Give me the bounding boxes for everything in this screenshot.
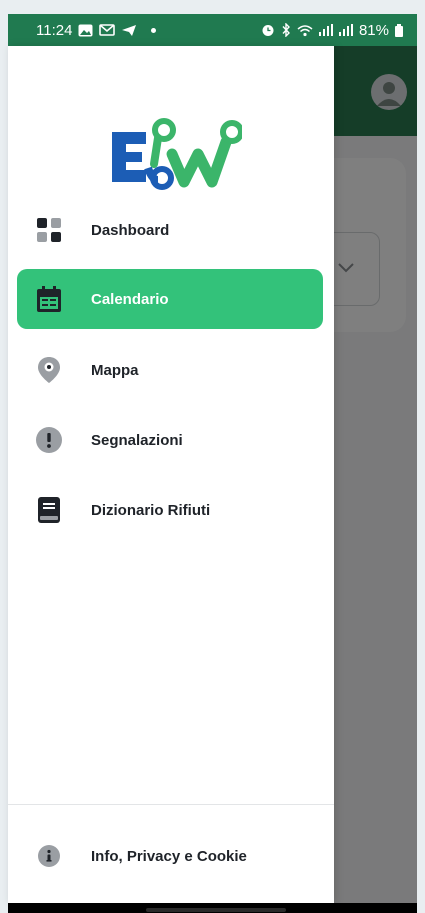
gallery-icon [78, 24, 93, 37]
wifi-icon [297, 24, 313, 37]
nav-item-mappa[interactable]: Mappa [17, 340, 323, 400]
mail-icon [99, 24, 116, 36]
nav-item-dizionario-rifiuti[interactable]: Dizionario Rifiuti [17, 480, 323, 540]
outer-margin-left [0, 0, 8, 913]
battery-icon [395, 23, 403, 37]
nav-item-segnalazioni[interactable]: Segnalazioni [17, 410, 323, 470]
nav-item-dashboard[interactable]: Dashboard [17, 200, 323, 260]
nav-label-mappa: Mappa [91, 361, 139, 379]
status-left: 11:24 [36, 21, 157, 39]
nav-label-segnalazioni: Segnalazioni [91, 431, 183, 449]
calendar-icon [35, 285, 63, 313]
alert-icon [35, 426, 63, 454]
drawer-divider [8, 804, 334, 805]
status-right: 81% [261, 22, 403, 39]
app-logo [108, 114, 244, 194]
map-pin-icon [35, 356, 63, 384]
book-icon [35, 496, 63, 524]
outer-margin-right [417, 0, 425, 913]
home-indicator[interactable] [146, 908, 286, 912]
battery-percent: 81% [358, 21, 389, 39]
nav-label-dizionario-rifiuti: Dizionario Rifiuti [91, 501, 211, 519]
nav-label-dashboard: Dashboard [91, 221, 170, 239]
signal-icon [318, 24, 333, 36]
alarm-icon [261, 23, 275, 37]
bluetooth-icon [281, 23, 291, 37]
info-icon [35, 842, 63, 870]
nav-item-calendario[interactable]: Calendario [17, 269, 323, 329]
nav-label-calendario: Calendario [91, 290, 169, 308]
outer-margin-top [0, 0, 425, 14]
nav-label-info-privacy-cookie: Info, Privacy e Cookie [91, 847, 247, 865]
navigation-drawer: Dashboard Calendario Mappa Segnalazioni … [8, 46, 334, 903]
nav-item-info-privacy-cookie[interactable]: Info, Privacy e Cookie [17, 826, 323, 886]
signal-icon-2 [338, 24, 353, 36]
status-bar: 11:24 81% [8, 14, 417, 46]
telegram-icon [121, 24, 137, 37]
dashboard-grid-icon [35, 216, 63, 244]
notification-dot-icon [151, 27, 157, 33]
status-time: 11:24 [36, 21, 73, 39]
